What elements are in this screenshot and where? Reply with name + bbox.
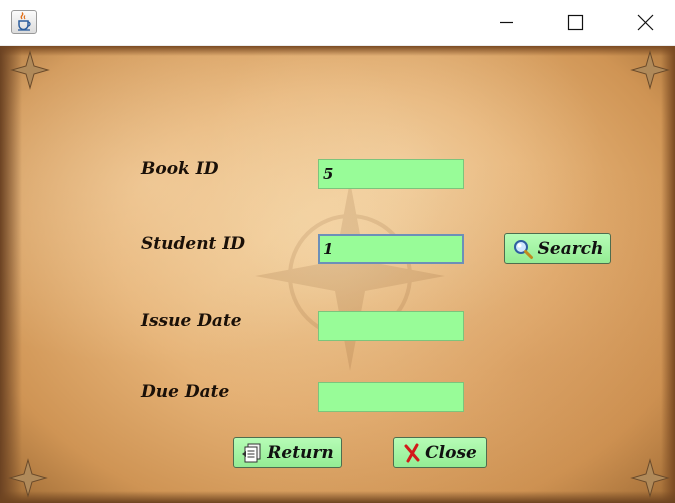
book-id-input[interactable]: [318, 159, 464, 189]
due-date-label: Due Date: [141, 382, 230, 402]
student-id-input[interactable]: [318, 234, 464, 264]
maximize-button[interactable]: [552, 0, 598, 45]
corner-star-icon: [8, 458, 48, 498]
minimize-button[interactable]: [483, 0, 529, 45]
red-x-icon: [404, 443, 420, 462]
parchment-edge: [661, 46, 675, 503]
parchment-edge: [0, 46, 675, 56]
close-button[interactable]: Close: [393, 437, 487, 468]
magnifier-icon: [513, 239, 533, 259]
close-button-label: Close: [425, 442, 477, 463]
maximize-icon: [567, 14, 584, 31]
corner-star-icon: [630, 50, 670, 90]
title-bar: [0, 0, 675, 46]
corner-star-icon: [10, 50, 50, 90]
close-icon: [637, 14, 654, 31]
minimize-icon: [500, 21, 513, 24]
java-cup-icon[interactable]: [11, 10, 37, 34]
corner-star-icon: [630, 458, 670, 498]
book-id-label: Book ID: [141, 159, 219, 179]
compass-watermark: [255, 181, 445, 371]
parchment-edge: [0, 491, 675, 503]
parchment-edge: [0, 46, 22, 503]
return-button[interactable]: Return: [233, 437, 342, 468]
search-button[interactable]: Search: [504, 233, 611, 264]
parchment-panel: [0, 46, 675, 503]
search-button-label: Search: [537, 238, 604, 259]
student-id-label: Student ID: [141, 234, 246, 254]
due-date-input[interactable]: [318, 382, 464, 412]
close-window-button[interactable]: [621, 0, 667, 45]
issue-date-input[interactable]: [318, 311, 464, 341]
issue-date-label: Issue Date: [141, 311, 242, 331]
return-button-label: Return: [267, 442, 334, 463]
documents-icon: [242, 443, 261, 462]
